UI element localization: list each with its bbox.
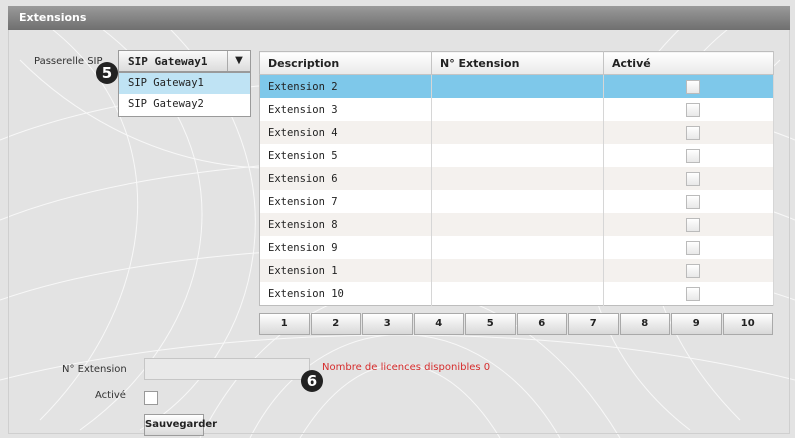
window-title: Extensions <box>19 11 87 24</box>
extension-number-input[interactable] <box>144 358 310 380</box>
gateway-option[interactable]: SIP Gateway1 <box>119 73 250 94</box>
row-extension-number <box>431 190 604 213</box>
row-description: Extension 1 <box>259 259 432 282</box>
row-extension-number <box>431 144 604 167</box>
row-active-checkbox[interactable] <box>685 79 700 94</box>
table-row[interactable]: Extension 3 <box>259 98 774 121</box>
license-count-warning: Nombre de licences disponibles 0 <box>322 362 491 373</box>
row-description: Extension 7 <box>259 190 432 213</box>
callout-badge-6: 6 <box>301 370 323 392</box>
table-row[interactable]: Extension 6 <box>259 167 774 190</box>
gateway-label: Passerelle SIP <box>34 56 103 67</box>
row-extension-number <box>431 98 604 121</box>
row-active-cell <box>603 190 774 213</box>
gateway-option[interactable]: SIP Gateway2 <box>119 94 250 115</box>
table-row[interactable]: Extension 8 <box>259 213 774 236</box>
row-active-checkbox[interactable] <box>685 286 700 301</box>
row-active-cell <box>603 98 774 121</box>
page-button[interactable]: 5 <box>465 313 516 335</box>
table-row[interactable]: Extension 2 <box>259 74 774 98</box>
page-button[interactable]: 6 <box>516 313 567 335</box>
table-row[interactable]: Extension 1 <box>259 259 774 282</box>
row-active-cell <box>603 144 774 167</box>
row-description: Extension 8 <box>259 213 432 236</box>
row-active-cell <box>603 236 774 259</box>
row-extension-number <box>431 121 604 144</box>
page-button[interactable]: 2 <box>310 313 361 335</box>
column-header-active[interactable]: Activé <box>603 51 774 75</box>
row-extension-number <box>431 236 604 259</box>
title-bar: Extensions <box>8 6 790 30</box>
row-description: Extension 4 <box>259 121 432 144</box>
table-row[interactable]: Extension 5 <box>259 144 774 167</box>
row-description: Extension 2 <box>259 74 432 98</box>
row-description: Extension 5 <box>259 144 432 167</box>
row-active-cell <box>603 213 774 236</box>
row-active-cell <box>603 282 774 306</box>
page-button[interactable]: 10 <box>722 313 773 335</box>
active-label: Activé <box>95 390 126 401</box>
row-description: Extension 10 <box>259 282 432 306</box>
column-header-extension[interactable]: N° Extension <box>431 51 604 75</box>
row-extension-number <box>431 282 604 306</box>
row-active-checkbox[interactable] <box>685 240 700 255</box>
page-button[interactable]: 3 <box>362 313 413 335</box>
row-extension-number <box>431 167 604 190</box>
row-description: Extension 9 <box>259 236 432 259</box>
extension-number-label: N° Extension <box>62 364 127 375</box>
row-description: Extension 3 <box>259 98 432 121</box>
row-active-cell <box>603 259 774 282</box>
column-header-description[interactable]: Description <box>259 51 432 75</box>
table-row[interactable]: Extension 7 <box>259 190 774 213</box>
active-checkbox[interactable] <box>144 391 158 405</box>
pagination: 1 2 3 4 5 6 7 8 9 10 <box>259 313 774 335</box>
table-row[interactable]: Extension 10 <box>259 282 774 306</box>
table-row[interactable]: Extension 4 <box>259 121 774 144</box>
extensions-table: Description N° Extension Activé Extensio… <box>259 51 774 306</box>
row-active-checkbox[interactable] <box>685 125 700 140</box>
page-button[interactable]: 8 <box>619 313 670 335</box>
page-button[interactable]: 7 <box>568 313 619 335</box>
page-button[interactable]: 4 <box>413 313 464 335</box>
save-button[interactable]: Sauvegarder <box>144 414 217 436</box>
row-active-cell <box>603 121 774 144</box>
gateway-selected-value: SIP Gateway1 <box>128 55 208 68</box>
row-active-cell <box>603 74 774 98</box>
table-row[interactable]: Extension 9 <box>259 236 774 259</box>
gateway-dropdown: SIP Gateway1 SIP Gateway2 <box>118 72 251 117</box>
row-extension-number <box>431 74 604 98</box>
row-active-checkbox[interactable] <box>685 194 700 209</box>
row-extension-number <box>431 213 604 236</box>
row-extension-number <box>431 259 604 282</box>
chevron-down-icon[interactable]: ▼ <box>227 51 250 71</box>
row-active-checkbox[interactable] <box>685 171 700 186</box>
page-button[interactable]: 1 <box>259 313 310 335</box>
row-active-checkbox[interactable] <box>685 102 700 117</box>
callout-badge-5: 5 <box>96 62 118 84</box>
row-description: Extension 6 <box>259 167 432 190</box>
gateway-select[interactable]: SIP Gateway1 ▼ <box>118 50 251 72</box>
row-active-checkbox[interactable] <box>685 148 700 163</box>
row-active-checkbox[interactable] <box>685 217 700 232</box>
table-header-row: Description N° Extension Activé <box>259 51 774 75</box>
row-active-checkbox[interactable] <box>685 263 700 278</box>
row-active-cell <box>603 167 774 190</box>
page-button[interactable]: 9 <box>671 313 722 335</box>
